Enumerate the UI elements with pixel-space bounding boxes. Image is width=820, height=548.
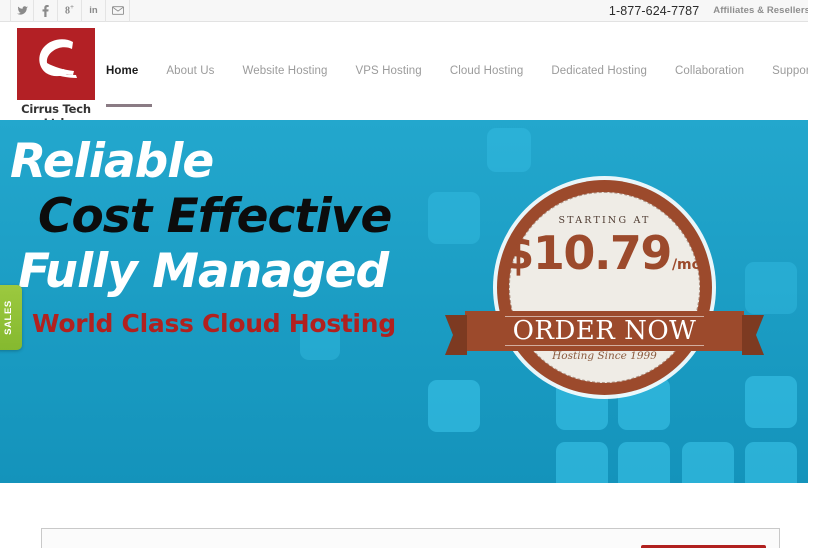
hero-banner: Reliable Cost Effective Fully Managed Wo… [0, 120, 808, 483]
badge-price-amount: $10.79 [502, 226, 672, 280]
page-right-margin [808, 0, 820, 548]
content-below-hero [0, 483, 820, 548]
hero-subheadline: World Class Cloud Hosting [32, 309, 396, 338]
top-utility-bar: 8+ in 1-877-624-7787 Affiliates & Resell… [0, 0, 820, 22]
decor-square [745, 376, 797, 428]
nav-item-dedicated-hosting[interactable]: Dedicated Hosting [537, 65, 661, 77]
hero-line-fully-managed: Fully Managed [18, 244, 389, 299]
social-links: 8+ in [0, 0, 130, 22]
nav-item-cloud-hosting[interactable]: Cloud Hosting [436, 65, 538, 77]
nav-item-collaboration[interactable]: Collaboration [661, 65, 758, 77]
facebook-icon[interactable] [34, 0, 58, 22]
affiliates-resellers-link[interactable]: Affiliates & Resellers [713, 5, 810, 16]
decor-square [682, 442, 734, 483]
nav-item-about-us[interactable]: About Us [152, 65, 228, 77]
twitter-icon[interactable] [10, 0, 34, 22]
googleplus-icon[interactable]: 8+ [58, 0, 82, 22]
logo-mark-icon [17, 28, 95, 100]
nav-item-website-hosting[interactable]: Website Hosting [228, 65, 341, 77]
decor-square [487, 128, 531, 172]
hero-line-reliable: Reliable [10, 134, 214, 189]
sales-side-tab-label: SALES [2, 300, 14, 335]
decor-square [556, 442, 608, 483]
site-logo[interactable]: Cirrus Tech Ltd. [17, 28, 95, 130]
topbar-right-group: 1-877-624-7787 Affiliates & Resellers [609, 4, 820, 18]
order-now-button[interactable]: ORDER NOW [465, 311, 744, 351]
badge-price: $10.79 /mo. [502, 230, 706, 276]
order-now-label: ORDER NOW [504, 315, 705, 347]
pricing-badge: STARTING AT $10.79 /mo. Hosting Since 19… [465, 180, 744, 395]
decor-square [618, 442, 670, 483]
decor-square [428, 380, 480, 432]
hero-line-cost-effective: Cost Effective [38, 189, 392, 244]
nav-item-vps-hosting[interactable]: VPS Hosting [342, 65, 436, 77]
badge-price-period: /mo. [671, 257, 707, 273]
nav-item-home[interactable]: Home [106, 65, 153, 107]
hero-headline-group: Reliable Cost Effective Fully Managed Wo… [10, 138, 440, 338]
site-header: Cirrus Tech Ltd. Home About Us Website H… [0, 22, 820, 130]
sales-side-tab[interactable]: SALES [0, 285, 22, 350]
badge-since-label: Hosting Since 1999 [552, 350, 657, 362]
badge-starting-at-label: STARTING AT [558, 215, 651, 226]
linkedin-icon[interactable]: in [82, 0, 106, 22]
decor-square [745, 262, 797, 314]
phone-number[interactable]: 1-877-624-7787 [609, 4, 699, 18]
content-panel [41, 528, 780, 548]
main-navigation: Home About Us Website Hosting VPS Hostin… [106, 22, 813, 120]
mail-icon[interactable] [106, 0, 130, 22]
decor-square [745, 442, 797, 483]
badge-inner-face: STARTING AT $10.79 /mo. Hosting Since 19… [502, 192, 707, 383]
webpage-root: 8+ in 1-877-624-7787 Affiliates & Resell… [0, 0, 820, 548]
